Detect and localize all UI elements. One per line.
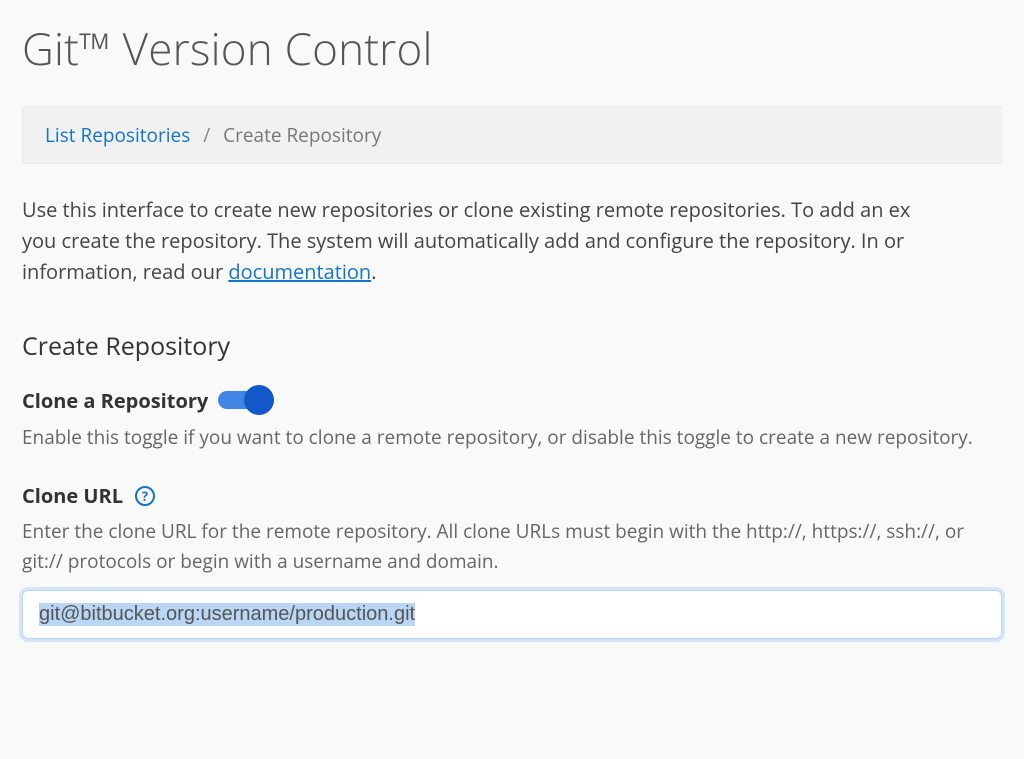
section-heading-create-repository: Create Repository xyxy=(22,329,1002,363)
intro-line-2: you create the repository. The system wi… xyxy=(22,225,1002,256)
toggle-knob xyxy=(244,385,274,415)
intro-line-3-suffix: . xyxy=(371,258,376,285)
field-clone-url: Clone URL ? Enter the clone URL for the … xyxy=(22,482,1002,639)
documentation-link[interactable]: documentation xyxy=(228,258,371,285)
clone-url-label: Clone URL xyxy=(22,482,123,509)
breadcrumb-current: Create Repository xyxy=(223,122,381,148)
clone-url-help: Enter the clone URL for the remote repos… xyxy=(22,517,1002,576)
breadcrumb: List Repositories / Create Repository xyxy=(22,106,1002,164)
field-clone-toggle: Clone a Repository Enable this toggle if… xyxy=(22,385,1002,452)
intro-line-3: information, read our documentation. xyxy=(22,256,1002,287)
breadcrumb-separator: / xyxy=(203,122,210,148)
help-icon[interactable]: ? xyxy=(135,486,155,506)
intro-line-3-prefix: information, read our xyxy=(22,258,228,285)
clone-repository-label: Clone a Repository xyxy=(22,387,208,414)
clone-repository-help: Enable this toggle if you want to clone … xyxy=(22,423,1002,452)
breadcrumb-link-list-repositories[interactable]: List Repositories xyxy=(45,122,190,148)
clone-url-input[interactable] xyxy=(22,590,1002,639)
page-title: Git™ Version Control xyxy=(22,18,1002,78)
clone-repository-toggle[interactable] xyxy=(218,385,274,415)
intro-text: Use this interface to create new reposit… xyxy=(22,194,1002,287)
intro-line-1: Use this interface to create new reposit… xyxy=(22,194,1002,225)
